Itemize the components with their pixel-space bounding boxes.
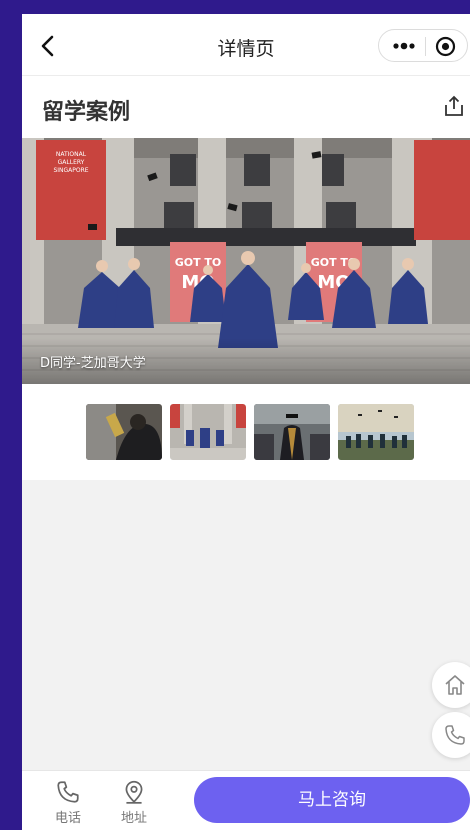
call-float-button[interactable] xyxy=(432,712,470,758)
thumb-reading[interactable] xyxy=(86,404,162,460)
thumb-gown-back[interactable] xyxy=(254,404,330,460)
home-icon xyxy=(445,675,465,695)
phone-screen: 详情页 留学案例 NATIONAL GALLERY SINGAPORE GOT … xyxy=(22,14,470,830)
phone-tab-label: 电话 xyxy=(54,811,81,826)
graduation-photo: NATIONAL GALLERY SINGAPORE GOT TO MO GOT… xyxy=(22,138,470,384)
phone-icon xyxy=(57,781,79,803)
consult-now-button[interactable]: 马上咨询 xyxy=(194,777,470,823)
svg-text:NATIONAL: NATIONAL xyxy=(56,151,87,158)
home-button[interactable] xyxy=(432,662,470,708)
phone-tab[interactable]: 电话 xyxy=(46,779,90,827)
share-icon[interactable] xyxy=(442,94,466,118)
location-pin-icon xyxy=(125,780,143,804)
phone-icon xyxy=(445,725,465,745)
target-icon[interactable] xyxy=(435,36,456,57)
more-dots-icon[interactable] xyxy=(391,37,417,55)
svg-text:GOT TO: GOT TO xyxy=(175,256,222,269)
hero-caption: D同学-芝加哥大学 xyxy=(40,356,146,371)
thumb-caps-toss[interactable] xyxy=(338,404,414,460)
thumb-graduation-steps[interactable] xyxy=(168,402,248,462)
mini-program-capsule xyxy=(378,29,468,62)
section-header: 留学案例 xyxy=(22,76,470,138)
address-tab-label: 地址 xyxy=(120,811,147,826)
capsule-divider xyxy=(425,37,426,56)
address-tab[interactable]: 地址 xyxy=(112,779,156,827)
thumbnail-strip xyxy=(22,384,470,480)
svg-text:GALLERY: GALLERY xyxy=(58,159,85,166)
navbar: 详情页 xyxy=(22,14,470,76)
bottom-action-bar: 电话 地址 马上咨询 xyxy=(22,770,470,830)
svg-text:SINGAPORE: SINGAPORE xyxy=(53,167,88,174)
section-title: 留学案例 xyxy=(42,100,131,125)
hero-image: NATIONAL GALLERY SINGAPORE GOT TO MO GOT… xyxy=(22,138,470,384)
